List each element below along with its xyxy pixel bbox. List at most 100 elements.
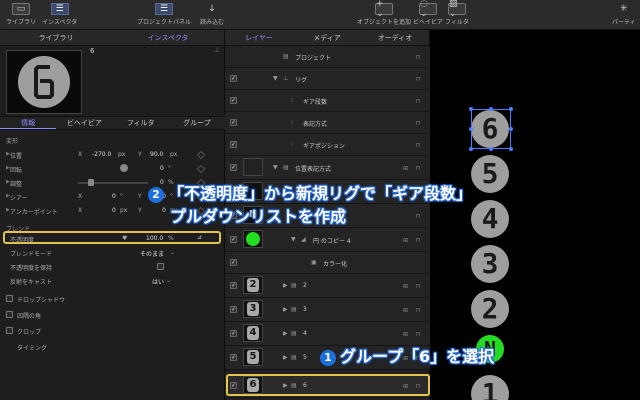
layer-row-notation[interactable]: ✓ ⁝ 表記方式 ⊓: [225, 112, 430, 134]
tab-filter[interactable]: フィルタ: [113, 117, 169, 129]
anchor-x-field[interactable]: 0: [112, 207, 116, 214]
link-icon[interactable]: ⊞: [403, 237, 408, 244]
canvas-digit-3[interactable]: 3: [471, 245, 509, 283]
position-x-field[interactable]: -270.0: [92, 151, 111, 158]
layer-row-project[interactable]: ▤ プロジェクト ⊓: [225, 46, 430, 68]
disclosure-open-icon[interactable]: ▼: [291, 236, 296, 243]
link-icon[interactable]: ⊞: [403, 331, 408, 338]
visibility-checkbox[interactable]: ✓: [230, 354, 237, 361]
tab-library[interactable]: ライブラリ: [0, 30, 112, 45]
selection-handle[interactable]: [489, 107, 493, 111]
selection-handle[interactable]: [489, 147, 493, 151]
lock-icon[interactable]: ⊓: [416, 331, 421, 338]
lock-icon[interactable]: ⊓: [416, 165, 421, 172]
layer-row-position-notation[interactable]: ✓ ▼ ▤ 位置表記方式 ⊞ ⊓: [225, 156, 430, 180]
import-button[interactable]: ↓ 読み込む: [200, 3, 224, 26]
tab-behavior[interactable]: ビヘイビア: [56, 117, 112, 129]
cast-reflection-select[interactable]: はい: [152, 277, 164, 286]
canvas-digit-4[interactable]: 4: [471, 200, 509, 238]
project-panel-button[interactable]: ☰ プロジェクトパネル: [137, 3, 191, 26]
visibility-checkbox[interactable]: ✓: [230, 330, 237, 337]
blend-mode-select[interactable]: そのまま: [140, 249, 164, 258]
visibility-checkbox[interactable]: ✓: [230, 306, 237, 313]
selection-handle[interactable]: [469, 147, 473, 151]
particles-button[interactable]: ✳ パーティ: [612, 3, 636, 26]
link-icon[interactable]: ⊞: [403, 307, 408, 314]
tab-group[interactable]: グループ: [169, 117, 225, 129]
add-object-button[interactable]: + ⌄ オブジェクトを追加: [357, 0, 411, 26]
layer-row-colorize[interactable]: ✓ ▣ カラー化: [225, 252, 430, 274]
layer-row-rig[interactable]: ✓ ▼ ⊥ リグ ⊓: [225, 68, 430, 90]
lock-icon[interactable]: ⊓: [416, 237, 421, 244]
disclosure-open-icon[interactable]: ▼: [273, 75, 278, 82]
library-button[interactable]: ▭ ライブラリ: [6, 3, 36, 26]
selection-handle[interactable]: [469, 127, 473, 131]
behavior-button[interactable]: ◌ ⌄ ビヘイビア: [413, 0, 443, 26]
selection-handle[interactable]: [509, 147, 513, 151]
selection-handle[interactable]: [469, 107, 473, 111]
selection-handle[interactable]: [509, 107, 513, 111]
pin-icon[interactable]: ⊥: [214, 46, 220, 54]
lock-icon[interactable]: ⊓: [416, 307, 421, 314]
position-y-field[interactable]: 90.0: [150, 151, 163, 158]
disclosure-icon[interactable]: ▶: [283, 306, 288, 313]
keyframe-icon[interactable]: [196, 150, 206, 160]
crop-checkbox[interactable]: [6, 327, 13, 334]
lock-icon[interactable]: ⊓: [416, 283, 421, 290]
inspector-icon: ☰: [50, 3, 69, 15]
disclosure-icon[interactable]: ▶: [283, 354, 288, 361]
selection-handle[interactable]: [509, 127, 513, 131]
keyframe-icon[interactable]: [196, 164, 206, 174]
layer-row-circle-copy[interactable]: ✓ ▼ ◢ 円 のコピー 4 ⊞ ⊓: [225, 228, 430, 252]
link-icon[interactable]: ⊞: [403, 283, 408, 290]
canvas-digit-5[interactable]: 5: [471, 155, 509, 193]
preview-name: 6: [90, 47, 95, 55]
filter-button[interactable]: ▨ ⌄ フィルタ: [445, 0, 469, 26]
disclosure-icon[interactable]: ▶: [283, 330, 288, 337]
canvas-digit-2[interactable]: 2: [471, 290, 509, 328]
animation-menu-icon[interactable]: ⊿: [197, 234, 202, 241]
particles-icon: ✳: [620, 4, 628, 14]
tab-info[interactable]: 情報: [0, 117, 57, 129]
disclosure-icon[interactable]: ▶: [283, 282, 288, 289]
visibility-checkbox[interactable]: ✓: [230, 236, 237, 243]
opacity-slider-thumb-icon[interactable]: ♥: [122, 235, 127, 242]
visibility-checkbox[interactable]: ✓: [230, 164, 237, 171]
timing-row[interactable]: タイミング: [0, 342, 225, 352]
drop-shadow-row: ドロップシャドウ: [0, 294, 225, 304]
visibility-checkbox[interactable]: ✓: [230, 97, 237, 104]
rotation-field[interactable]: 0: [160, 165, 164, 172]
four-corner-checkbox[interactable]: [6, 311, 13, 318]
layer-row-gear-position[interactable]: ✓ ⁝ ギアポジション ⊓: [225, 134, 430, 156]
visibility-checkbox[interactable]: ✓: [230, 141, 237, 148]
layer-row-group-3[interactable]: ✓ 3 ▶ ▤ 3 ⊞ ⊓: [225, 298, 430, 322]
anchor-y-field[interactable]: 0: [162, 207, 166, 214]
tab-media[interactable]: メディア: [293, 30, 361, 45]
scale-slider-thumb[interactable]: [88, 179, 94, 186]
tab-layers[interactable]: レイヤー: [225, 30, 293, 45]
drop-shadow-checkbox[interactable]: [6, 295, 13, 302]
opacity-field[interactable]: 100.0: [146, 235, 163, 242]
tab-inspector[interactable]: インスペクタ: [112, 30, 224, 45]
lock-icon[interactable]: ⊓: [416, 98, 421, 105]
layer-row-gear-count[interactable]: ✓ ⁝ ギア段数 ⊓: [225, 90, 430, 112]
link-icon[interactable]: ⊞: [403, 165, 408, 172]
inspector-button[interactable]: ☰ インスペクタ: [42, 3, 77, 26]
shear-x-field[interactable]: 0: [112, 193, 116, 200]
visibility-checkbox[interactable]: ✓: [230, 282, 237, 289]
rotation-dial-icon[interactable]: [120, 164, 128, 172]
visibility-checkbox[interactable]: ✓: [230, 119, 237, 126]
lock-icon[interactable]: ⊓: [416, 54, 421, 61]
disclosure-open-icon[interactable]: ▼: [273, 164, 278, 171]
lock-icon[interactable]: ⊓: [416, 142, 421, 149]
group-icon: ▤: [283, 164, 289, 171]
lock-icon[interactable]: ⊓: [416, 76, 421, 83]
lock-icon[interactable]: ⊓: [416, 213, 421, 220]
layer-row-group-2[interactable]: ✓ 2 ▶ ▤ 2 ⊞ ⊓: [225, 274, 430, 298]
preserve-opacity-checkbox[interactable]: [157, 263, 164, 270]
visibility-checkbox[interactable]: ✓: [230, 75, 237, 82]
tab-audio[interactable]: オーディオ: [361, 30, 429, 45]
visibility-checkbox[interactable]: ✓: [230, 259, 237, 266]
group-icon: ▤: [291, 330, 297, 337]
lock-icon[interactable]: ⊓: [416, 120, 421, 127]
